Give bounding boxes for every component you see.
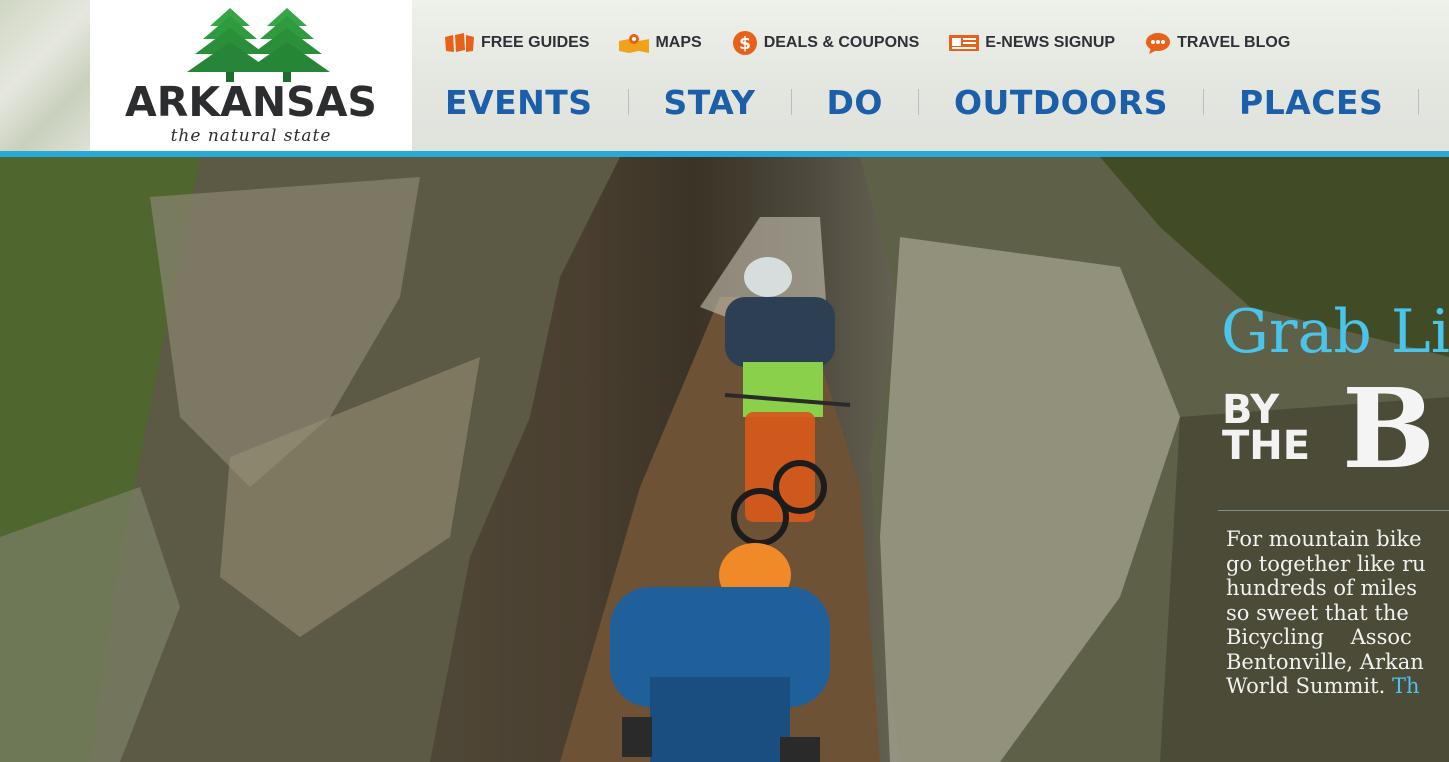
body-line: hundreds of miles	[1226, 576, 1418, 600]
main-nav: EVENTS STAY DO OUTDOORS PLACES	[445, 80, 1449, 124]
nav-places[interactable]: PLACES	[1239, 83, 1383, 122]
map-icon	[619, 34, 650, 53]
util-label: DEALS & COUPONS	[763, 34, 920, 51]
newsletter-icon	[949, 35, 980, 51]
nav-divider	[790, 89, 792, 115]
hero-big-letter: B	[1342, 364, 1435, 493]
util-free-guides[interactable]: FREE GUIDES	[445, 33, 589, 53]
nav-divider	[1203, 89, 1205, 115]
body-line: go together like ru	[1226, 551, 1426, 576]
util-label: FREE GUIDES	[481, 34, 590, 51]
utility-nav: FREE GUIDES MAPS $ DEALS & COUPONS E-NEW…	[445, 30, 1320, 56]
header-texture	[0, 0, 90, 152]
site-logo[interactable]: ARKANSAS the natural state	[90, 0, 412, 152]
guide-books-icon	[445, 33, 474, 52]
hero-divider	[1218, 510, 1449, 511]
nav-divider	[1418, 89, 1420, 115]
util-label: TRAVEL BLOG	[1177, 34, 1291, 51]
util-label: MAPS	[655, 34, 702, 51]
body-text: World Summit.	[1226, 674, 1386, 698]
body-line: Bentonville, Arkan	[1226, 649, 1424, 674]
util-deals[interactable]: $ DEALS & COUPONS	[732, 30, 920, 56]
body-line: For mountain bike	[1226, 527, 1422, 551]
dollar-icon: $	[732, 31, 757, 55]
util-maps[interactable]: MAPS	[619, 33, 702, 53]
chat-bubble-icon	[1146, 33, 1171, 54]
logo-tagline: the natural state	[170, 126, 332, 146]
nav-divider	[627, 89, 629, 115]
pine-trees-icon	[187, 8, 330, 82]
hero-body-text: For mountain bike go together like ru hu…	[1226, 527, 1449, 699]
hero-banner[interactable]: Grab Li BY THE B For mountain bike go to…	[0, 157, 1449, 762]
site-header: ARKANSAS the natural state FREE GUIDES M…	[0, 0, 1449, 152]
hero-title: Grab Li	[1221, 297, 1449, 367]
util-enews[interactable]: E-NEWS SIGNUP	[949, 33, 1115, 53]
util-travel-blog[interactable]: TRAVEL BLOG	[1145, 32, 1290, 54]
logo-wordmark: ARKANSAS	[125, 78, 377, 126]
nav-events[interactable]: EVENTS	[445, 83, 593, 122]
nav-outdoors[interactable]: OUTDOORS	[954, 83, 1168, 122]
nav-divider	[917, 89, 919, 115]
nav-do[interactable]: DO	[827, 83, 883, 122]
body-line: so sweet that the	[1226, 600, 1409, 625]
body-line: Bicycling Assoc	[1226, 625, 1412, 649]
body-line-last: World Summit. Th	[1226, 674, 1449, 699]
read-more-link[interactable]: Th	[1392, 674, 1420, 698]
hero-by-the: BY THE	[1222, 390, 1311, 469]
hero-the: THE	[1222, 423, 1311, 469]
util-label: E-NEWS SIGNUP	[985, 34, 1116, 51]
svg-text:$: $	[739, 34, 751, 54]
nav-stay[interactable]: STAY	[664, 83, 756, 122]
